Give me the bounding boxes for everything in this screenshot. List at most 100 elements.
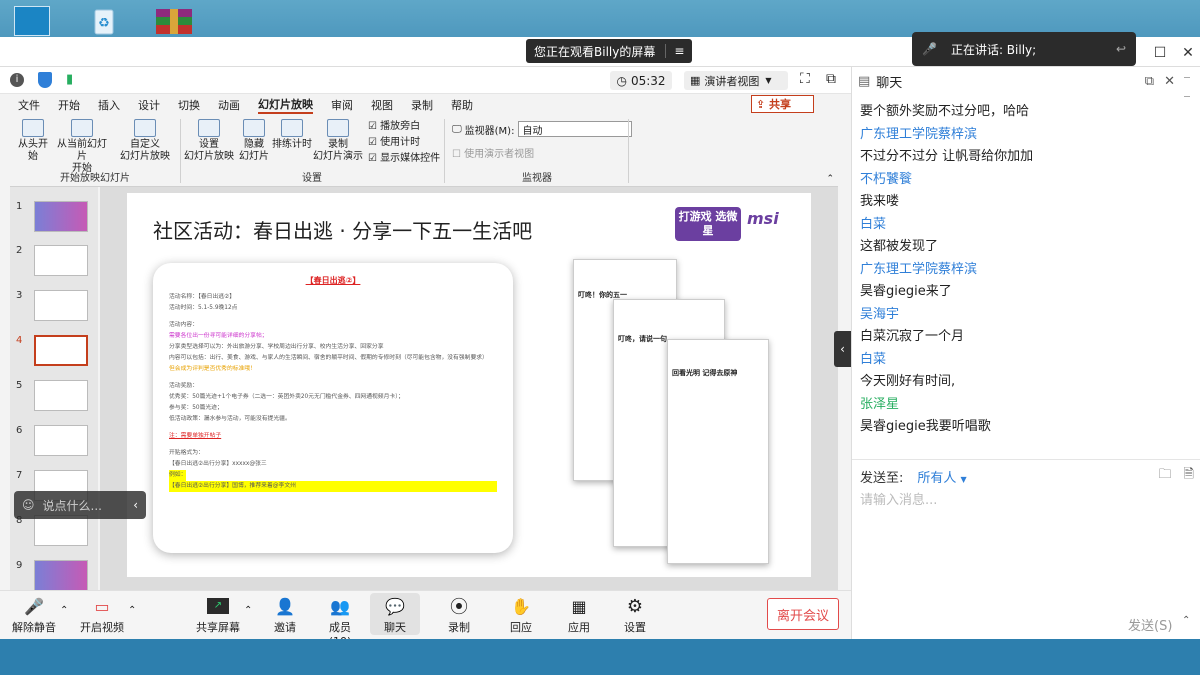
chat-button[interactable]: 💬 聊天: [370, 593, 420, 635]
share-screen-label: 共享屏幕: [196, 621, 240, 634]
tab-slideshow[interactable]: 幻灯片放映: [258, 96, 313, 114]
send-to-row: 发送至: 所有人 ▼ 🗀 🗎: [860, 466, 1194, 486]
signal-icon[interactable]: ▮: [66, 72, 73, 87]
video-options-icon[interactable]: ⌃: [128, 605, 136, 616]
doc-line: 活动奖励：: [169, 383, 198, 389]
collapse-ribbon-icon[interactable]: ⌃: [826, 174, 834, 184]
share-screen-button[interactable]: ↗ 共享屏幕: [196, 595, 240, 635]
winrar-icon[interactable]: [154, 6, 194, 36]
custom-show-button[interactable]: 自定义 幻灯片放映: [114, 119, 176, 163]
apps-button[interactable]: ▦ 应用: [564, 595, 594, 635]
chat-sender-name[interactable]: 张泽星: [860, 394, 1180, 417]
chat-bubble[interactable]: ☺ 说点什么... ‹: [14, 491, 146, 519]
slide-thumb-selected[interactable]: [34, 335, 88, 366]
setup-show-button[interactable]: 设置 幻灯片放映: [184, 119, 234, 163]
ribbon-tabs: 文件 开始 插入 设计 切换 动画 幻灯片放映 审阅 视图 录制 帮助 ⇪ 共享: [10, 95, 838, 115]
leave-meeting-button[interactable]: 离开会议: [767, 598, 839, 630]
collapse-panel-icon[interactable]: ‹: [834, 331, 851, 367]
popout-icon[interactable]: ⧉: [1145, 74, 1154, 89]
chat-sender-name[interactable]: 吴海宇: [860, 304, 1180, 327]
record-icon: ⦿: [450, 597, 468, 618]
reaction-button[interactable]: ✋ 回应: [506, 595, 536, 635]
tab-design[interactable]: 设计: [138, 97, 160, 113]
chat-input[interactable]: 请输入消息...: [860, 489, 1190, 609]
close-icon[interactable]: ✕: [1164, 74, 1175, 89]
ribbon-separator: [444, 119, 445, 183]
monitor-row: 🖵 监视器(M): 自动: [452, 121, 633, 137]
send-to-select[interactable]: 所有人 ▼: [917, 467, 966, 486]
hide-slide-button[interactable]: 隐藏 幻灯片: [234, 119, 274, 163]
slide-thumb[interactable]: [34, 380, 88, 411]
screen-share-indicator[interactable]: 您正在观看Billy的屏幕 ≡: [526, 39, 693, 63]
chk-media[interactable]: ☑ 显示媒体控件: [368, 151, 440, 167]
shield-icon[interactable]: [38, 72, 52, 88]
chat-sender-name[interactable]: 广东理工学院蔡梓滨: [860, 259, 1180, 282]
computer-icon[interactable]: [14, 6, 50, 36]
from-start-button[interactable]: 从头开始: [14, 119, 52, 163]
emoji-icon[interactable]: ☺: [22, 498, 35, 512]
collapse-arrow-icon[interactable]: ↩: [1116, 42, 1126, 56]
from-current-label-1: 从当前幻灯片: [57, 139, 107, 162]
chat-scrollbar[interactable]: [1184, 77, 1192, 457]
chat-sender-name[interactable]: 广东理工学院蔡梓滨: [860, 124, 1180, 147]
maximize-icon[interactable]: ☐: [1150, 43, 1170, 63]
doc-line: 活动时间：5.1-5.9晚12点: [169, 305, 238, 311]
slide-thumb[interactable]: [34, 290, 88, 321]
presenter-view-checkbox[interactable]: ☐ 使用演示者视图: [452, 145, 534, 160]
slide-thumb[interactable]: [34, 515, 88, 546]
invite-button[interactable]: 👤 邀请: [270, 595, 300, 635]
tab-transitions[interactable]: 切换: [178, 97, 200, 113]
tab-insert[interactable]: 插入: [98, 97, 120, 113]
camera-off-icon: ▭: [94, 596, 110, 616]
from-current-button[interactable]: 从当前幻灯片 开始: [54, 119, 110, 175]
share-menu-icon[interactable]: ≡: [665, 44, 684, 58]
tab-home[interactable]: 开始: [58, 97, 80, 113]
chat-sender-name[interactable]: 不朽饕餮: [860, 169, 1180, 192]
file-icon[interactable]: 🗀: [1159, 465, 1172, 487]
video-button[interactable]: ▭ 开启视频: [80, 595, 124, 635]
invite-label: 邀请: [274, 621, 296, 634]
tab-help[interactable]: 帮助: [451, 97, 473, 113]
tab-animations[interactable]: 动画: [218, 97, 240, 113]
ribbon-separator: [180, 119, 181, 183]
mute-options-icon[interactable]: ⌃: [60, 605, 68, 616]
popout-icon[interactable]: ⧉: [826, 71, 836, 87]
slide-thumb[interactable]: [34, 560, 88, 591]
slide-thumb[interactable]: [34, 245, 88, 276]
doc-line: 注：需要单独开帖子: [169, 433, 222, 439]
send-button[interactable]: 发送(S): [1128, 615, 1172, 634]
doc-line: 需要各位出一份寻可能详细的分享帖；: [169, 333, 268, 339]
tab-review[interactable]: 审阅: [331, 97, 353, 113]
record-button[interactable]: ⦿ 录制: [444, 595, 474, 635]
record-show-button[interactable]: 录制 幻灯片演示: [310, 119, 366, 163]
hide-slide-icon: [243, 119, 265, 137]
tab-view[interactable]: 视图: [371, 97, 393, 113]
info-icon[interactable]: i: [10, 73, 24, 87]
doc-line: 例如：: [169, 470, 187, 481]
fullscreen-icon[interactable]: ⛶: [800, 71, 810, 87]
tab-record[interactable]: 录制: [411, 97, 433, 113]
close-icon[interactable]: ✕: [1178, 43, 1198, 63]
chat-sender-name[interactable]: 白菜: [860, 349, 1180, 372]
chat-sender-name[interactable]: 白菜: [860, 214, 1180, 237]
share-button[interactable]: ⇪ 共享: [750, 95, 814, 113]
monitor-select[interactable]: 自动: [518, 121, 633, 137]
share-options-icon[interactable]: ⌃: [244, 605, 252, 616]
phone-screenshot: 回看光明 记得去原神: [667, 339, 769, 564]
rehearse-button[interactable]: 排练计时: [272, 119, 312, 151]
settings-button[interactable]: ⚙ 设置: [620, 595, 650, 635]
mute-button[interactable]: 🎤 解除静音: [12, 595, 56, 635]
slide-thumb[interactable]: [34, 201, 88, 232]
thumb-number: 2: [16, 245, 23, 256]
chk-timing[interactable]: ☑ 使用计时: [368, 135, 440, 151]
chk-narration[interactable]: ☑ 播放旁白: [368, 119, 440, 135]
slide-thumb[interactable]: [34, 425, 88, 456]
send-options-icon[interactable]: ⌃: [1182, 615, 1190, 626]
setup-label-1: 设置: [199, 139, 219, 150]
slide-logo-msi: msi: [747, 209, 779, 228]
tab-file[interactable]: 文件: [18, 97, 40, 113]
presenter-view-select[interactable]: ▦ 演讲者视图 ▼: [684, 71, 788, 90]
save-chat-icon[interactable]: 🗎: [1184, 465, 1194, 487]
chevron-left-icon[interactable]: ‹: [133, 498, 138, 512]
recycle-bin-icon[interactable]: ♻: [88, 6, 120, 36]
